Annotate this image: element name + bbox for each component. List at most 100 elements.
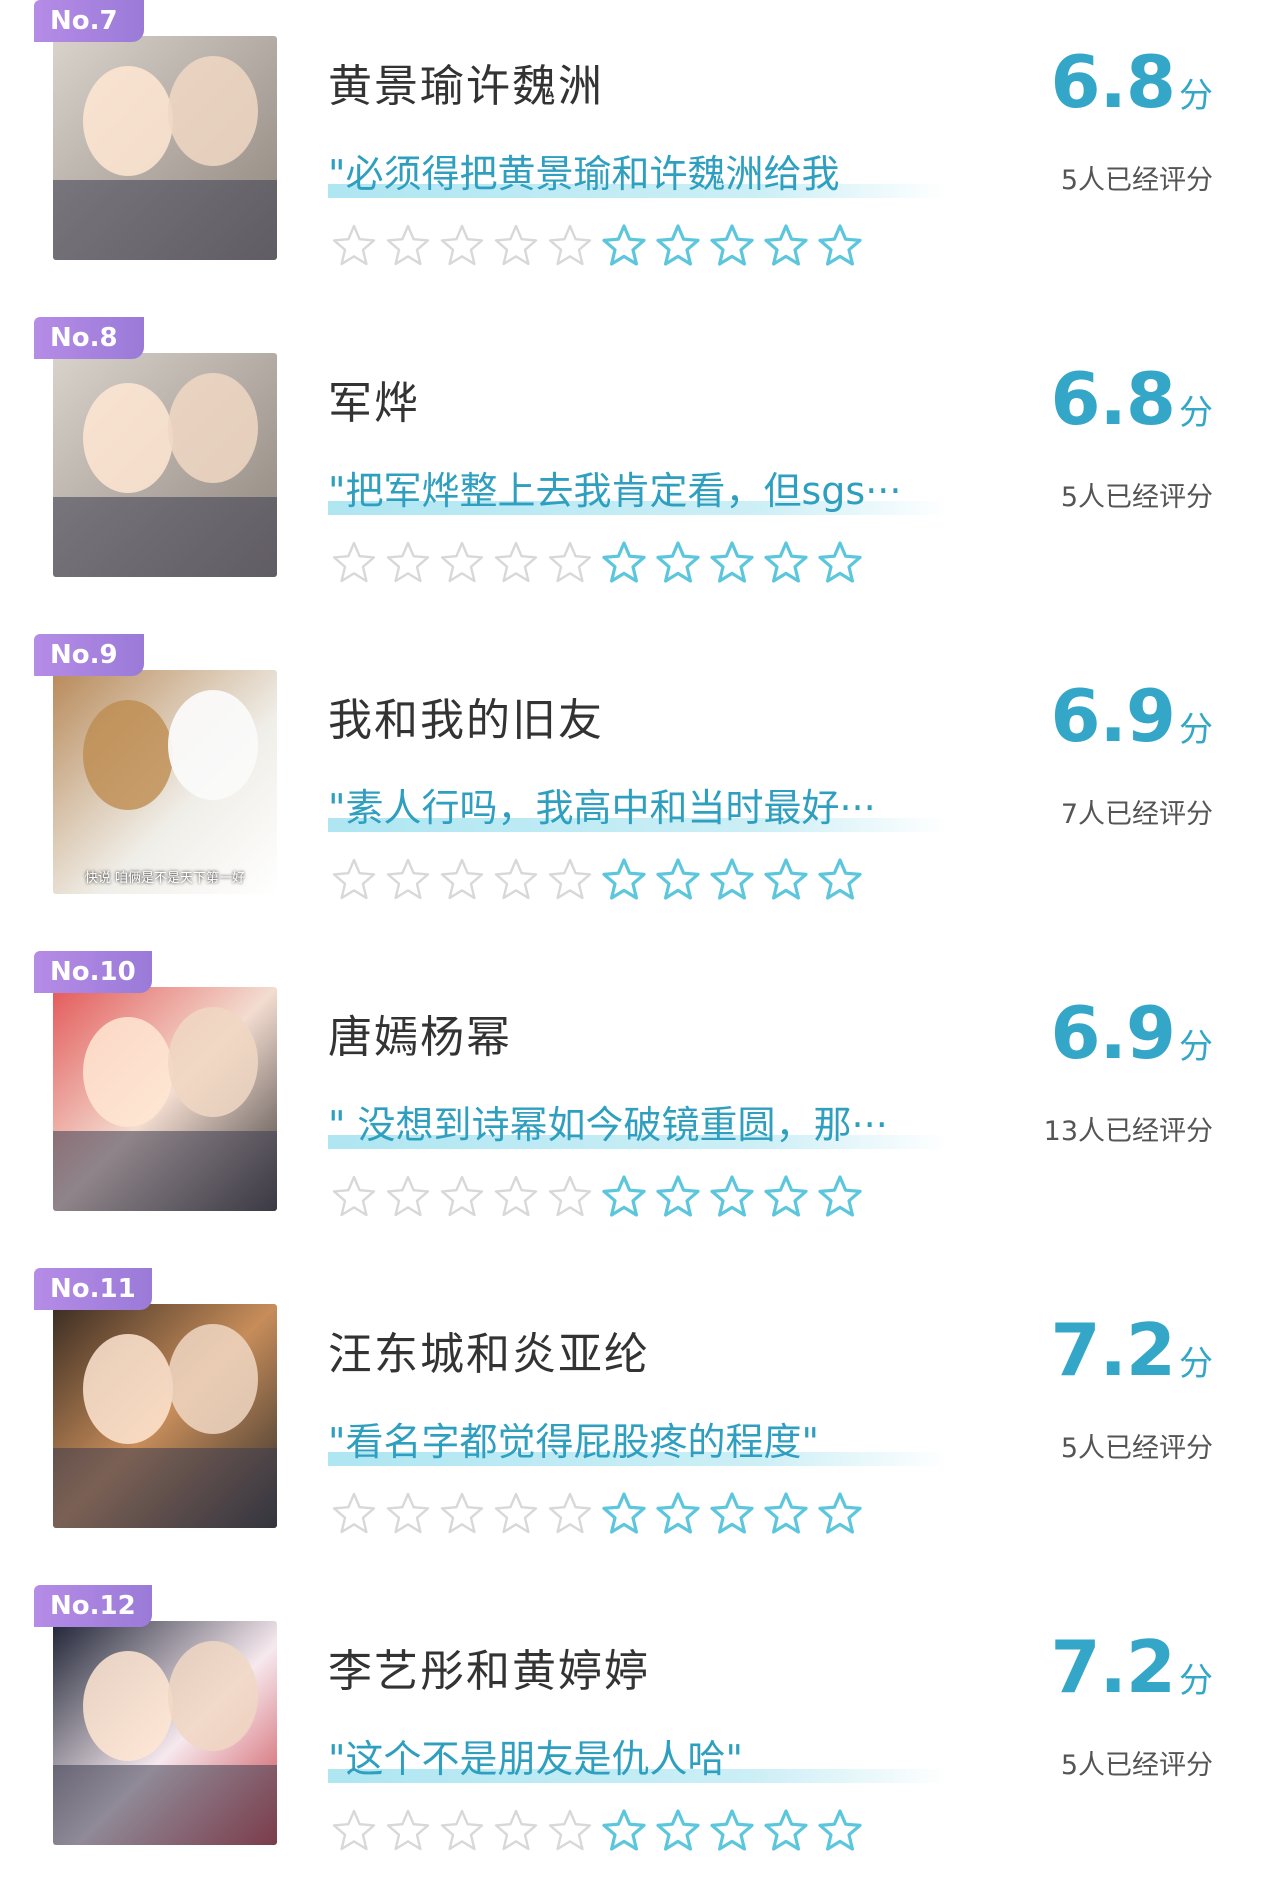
star-empty-icon[interactable] xyxy=(384,539,432,589)
star-filled-icon[interactable] xyxy=(762,1490,810,1540)
star-filled-icon[interactable] xyxy=(654,856,702,906)
star-empty-icon[interactable] xyxy=(438,1490,486,1540)
star-empty-icon[interactable] xyxy=(330,1807,378,1857)
star-filled-icon[interactable] xyxy=(654,539,702,589)
star-empty-icon[interactable] xyxy=(492,222,540,272)
rating-stars[interactable] xyxy=(330,1807,864,1857)
star-empty-icon[interactable] xyxy=(546,1173,594,1223)
star-filled-icon[interactable] xyxy=(762,1807,810,1857)
star-filled-icon[interactable] xyxy=(600,222,648,272)
rank-badge: No.8 xyxy=(34,317,144,359)
star-filled-icon[interactable] xyxy=(708,539,756,589)
rank-badge: No.11 xyxy=(34,1268,152,1310)
star-filled-icon[interactable] xyxy=(816,1807,864,1857)
star-empty-icon[interactable] xyxy=(492,856,540,906)
thumbnail-image[interactable] xyxy=(53,987,277,1211)
star-filled-icon[interactable] xyxy=(708,222,756,272)
list-item[interactable]: No.7 黄景瑜许魏洲 "必须得把黄景瑜和许魏洲给我 6.8 分 5人已经评分 xyxy=(0,0,1280,318)
score: 7.2 分 xyxy=(1050,1625,1213,1709)
star-empty-icon[interactable] xyxy=(546,1490,594,1540)
score-value: 7.2 xyxy=(1050,1308,1176,1392)
star-empty-icon[interactable] xyxy=(384,856,432,906)
item-title[interactable]: 汪东城和炎亚纶 xyxy=(328,1318,650,1382)
star-filled-icon[interactable] xyxy=(654,1807,702,1857)
star-empty-icon[interactable] xyxy=(438,856,486,906)
thumbnail-image[interactable] xyxy=(53,1621,277,1845)
item-title[interactable]: 李艺彤和黄婷婷 xyxy=(328,1635,650,1699)
star-empty-icon[interactable] xyxy=(546,539,594,589)
star-empty-icon[interactable] xyxy=(330,1173,378,1223)
score-unit: 分 xyxy=(1179,393,1213,433)
list-item[interactable]: No.10 唐嫣杨幂 " 没想到诗幂如今破镜重圆，那··· 6.9 分 13人已经… xyxy=(0,951,1280,1269)
rank-badge: No.7 xyxy=(34,0,144,42)
star-empty-icon[interactable] xyxy=(384,1173,432,1223)
thumbnail-image[interactable] xyxy=(53,353,277,577)
star-empty-icon[interactable] xyxy=(330,1490,378,1540)
star-filled-icon[interactable] xyxy=(654,1173,702,1223)
star-filled-icon[interactable] xyxy=(816,856,864,906)
star-empty-icon[interactable] xyxy=(438,1807,486,1857)
star-empty-icon[interactable] xyxy=(384,1807,432,1857)
score: 7.2 分 xyxy=(1050,1308,1213,1392)
item-title[interactable]: 军烨 xyxy=(328,367,420,431)
star-empty-icon[interactable] xyxy=(492,1173,540,1223)
star-filled-icon[interactable] xyxy=(654,222,702,272)
star-filled-icon[interactable] xyxy=(816,1490,864,1540)
thumbnail-image[interactable] xyxy=(53,1304,277,1528)
rating-stars[interactable] xyxy=(330,222,864,272)
star-filled-icon[interactable] xyxy=(708,1173,756,1223)
quote-block: " 没想到诗幂如今破镜重圆，那··· xyxy=(328,1099,948,1155)
star-filled-icon[interactable] xyxy=(600,1807,648,1857)
star-empty-icon[interactable] xyxy=(330,539,378,589)
list-item[interactable]: No.12 李艺彤和黄婷婷 "这个不是朋友是仇人哈" 7.2 分 5人已经评分 xyxy=(0,1585,1280,1903)
star-filled-icon[interactable] xyxy=(600,539,648,589)
star-filled-icon[interactable] xyxy=(816,222,864,272)
rating-stars[interactable] xyxy=(330,1173,864,1223)
star-filled-icon[interactable] xyxy=(708,1490,756,1540)
star-empty-icon[interactable] xyxy=(492,1490,540,1540)
star-filled-icon[interactable] xyxy=(762,222,810,272)
star-filled-icon[interactable] xyxy=(600,1490,648,1540)
quote-text: "把军烨整上去我肯定看，但sgs··· xyxy=(328,469,902,513)
thumbnail-image[interactable] xyxy=(53,36,277,260)
quote-text: "必须得把黄景瑜和许魏洲给我 xyxy=(328,152,840,196)
star-filled-icon[interactable] xyxy=(600,1173,648,1223)
item-title[interactable]: 唐嫣杨幂 xyxy=(328,1001,512,1065)
star-filled-icon[interactable] xyxy=(816,1173,864,1223)
list-item[interactable]: 快说 咱俩是不是天下第一好 No.9 我和我的旧友 "素人行吗，我高中和当时最好… xyxy=(0,634,1280,952)
star-empty-icon[interactable] xyxy=(438,539,486,589)
score: 6.9 分 xyxy=(1050,674,1213,758)
star-empty-icon[interactable] xyxy=(546,222,594,272)
star-empty-icon[interactable] xyxy=(330,222,378,272)
item-title[interactable]: 黄景瑜许魏洲 xyxy=(328,50,604,114)
star-filled-icon[interactable] xyxy=(816,539,864,589)
star-filled-icon[interactable] xyxy=(600,856,648,906)
quote-block: "必须得把黄景瑜和许魏洲给我 xyxy=(328,148,948,204)
thumbnail-image[interactable]: 快说 咱俩是不是天下第一好 xyxy=(53,670,277,894)
star-empty-icon[interactable] xyxy=(438,222,486,272)
star-filled-icon[interactable] xyxy=(762,1173,810,1223)
star-empty-icon[interactable] xyxy=(330,856,378,906)
rank-badge: No.10 xyxy=(34,951,152,993)
item-title[interactable]: 我和我的旧友 xyxy=(328,684,604,748)
list-item[interactable]: No.8 军烨 "把军烨整上去我肯定看，但sgs··· 6.8 分 5人已经评分 xyxy=(0,317,1280,635)
star-filled-icon[interactable] xyxy=(762,539,810,589)
score-value: 6.8 xyxy=(1050,357,1176,441)
star-empty-icon[interactable] xyxy=(384,1490,432,1540)
star-empty-icon[interactable] xyxy=(384,222,432,272)
star-empty-icon[interactable] xyxy=(546,1807,594,1857)
star-empty-icon[interactable] xyxy=(492,539,540,589)
star-empty-icon[interactable] xyxy=(492,1807,540,1857)
raters-count: 13人已经评分 xyxy=(1043,1116,1213,1147)
star-filled-icon[interactable] xyxy=(708,856,756,906)
score-value: 6.9 xyxy=(1050,991,1176,1075)
star-filled-icon[interactable] xyxy=(708,1807,756,1857)
rating-stars[interactable] xyxy=(330,539,864,589)
star-empty-icon[interactable] xyxy=(546,856,594,906)
list-item[interactable]: No.11 汪东城和炎亚纶 "看名字都觉得屁股疼的程度" 7.2 分 5人已经评分 xyxy=(0,1268,1280,1586)
rating-stars[interactable] xyxy=(330,1490,864,1540)
rating-stars[interactable] xyxy=(330,856,864,906)
star-empty-icon[interactable] xyxy=(438,1173,486,1223)
star-filled-icon[interactable] xyxy=(654,1490,702,1540)
star-filled-icon[interactable] xyxy=(762,856,810,906)
